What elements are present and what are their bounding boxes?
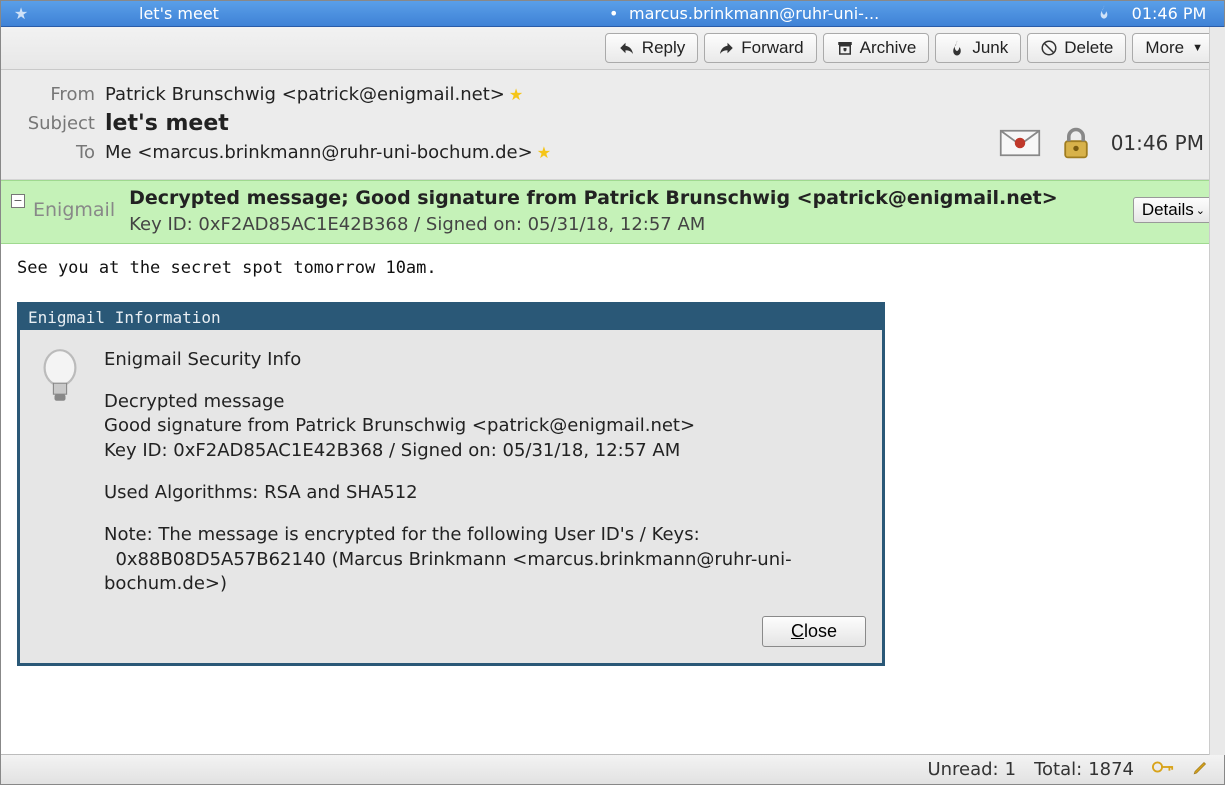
subject-value: let's meet — [105, 111, 229, 136]
delete-button[interactable]: Delete — [1027, 33, 1126, 63]
forward-icon — [717, 39, 735, 57]
contact-star-icon[interactable]: ★ — [509, 85, 523, 104]
unread-count: 1 — [1005, 759, 1016, 780]
total-label: Total: — [1034, 759, 1082, 780]
to-label: To — [15, 142, 95, 163]
forward-button[interactable]: Forward — [704, 33, 816, 63]
star-icon[interactable]: ★ — [1, 4, 41, 23]
enigmail-status-bar: − Enigmail Decrypted message; Good signa… — [1, 180, 1224, 244]
read-dot-icon: • — [601, 4, 621, 23]
junk-button[interactable]: Junk — [935, 33, 1021, 63]
row-subject: let's meet — [131, 4, 601, 23]
chevron-down-icon: ⌄ — [1196, 204, 1205, 217]
collapse-toggle[interactable]: − — [11, 194, 25, 208]
delete-label: Delete — [1064, 38, 1113, 58]
delete-icon — [1040, 39, 1058, 57]
reply-button[interactable]: Reply — [605, 33, 698, 63]
key-icon[interactable] — [1152, 759, 1174, 780]
junk-label: Junk — [972, 38, 1008, 58]
close-button[interactable]: Close — [762, 616, 866, 647]
from-label: From — [15, 84, 95, 105]
lightbulb-icon — [38, 348, 82, 600]
dialog-block2: Used Algorithms: RSA and SHA512 — [104, 481, 864, 505]
enigmail-label: Enigmail — [33, 199, 115, 221]
row-correspondent: marcus.brinkmann@ruhr-uni-... — [621, 4, 1088, 23]
contact-star-icon[interactable]: ★ — [537, 143, 551, 162]
more-label: More — [1145, 38, 1184, 58]
message-text: See you at the secret spot tomorrow 10am… — [17, 258, 1208, 278]
dialog-title: Enigmail Information — [20, 305, 882, 330]
flame-icon — [948, 39, 966, 57]
chevron-down-icon: ▼ — [1192, 42, 1203, 54]
row-time: 01:46 PM — [1114, 4, 1224, 23]
junk-flame-icon[interactable] — [1088, 4, 1114, 24]
more-button[interactable]: More ▼ — [1132, 33, 1216, 63]
lock-icon — [1055, 125, 1097, 161]
close-label-rest: lose — [804, 621, 837, 641]
pencil-icon[interactable] — [1192, 758, 1210, 781]
details-button[interactable]: Details ⌄ — [1133, 197, 1214, 223]
message-toolbar: Reply Forward Archive Junk Delete More ▼ — [1, 27, 1224, 70]
enigmail-status-line1: Decrypted message; Good signature from P… — [129, 185, 1058, 212]
reply-label: Reply — [642, 38, 685, 58]
to-value[interactable]: Me <marcus.brinkmann@ruhr-uni-bochum.de> — [105, 142, 533, 163]
enigmail-info-dialog: Enigmail Information Enigmail Security I… — [17, 302, 885, 666]
status-bar: Unread: 1 Total: 1874 — [1, 754, 1224, 784]
header-time: 01:46 PM — [1111, 131, 1204, 155]
total-count: 1874 — [1088, 759, 1134, 780]
enigmail-status-line2: Key ID: 0xF2AD85AC1E42B368 / Signed on: … — [129, 212, 1058, 237]
unread-label: Unread: — [927, 759, 998, 780]
dialog-block1: Decrypted message Good signature from Pa… — [104, 390, 864, 463]
archive-button[interactable]: Archive — [823, 33, 930, 63]
dialog-heading: Enigmail Security Info — [104, 348, 864, 372]
message-headers: From Patrick Brunschwig <patrick@enigmai… — [1, 70, 1224, 180]
details-label: Details — [1142, 200, 1194, 220]
message-list-selected-row[interactable]: ★ let's meet • marcus.brinkmann@ruhr-uni… — [1, 1, 1224, 27]
forward-label: Forward — [741, 38, 803, 58]
from-value[interactable]: Patrick Brunschwig <patrick@enigmail.net… — [105, 84, 505, 105]
subject-label: Subject — [15, 113, 95, 134]
archive-label: Archive — [860, 38, 917, 58]
vertical-scrollbar[interactable] — [1209, 27, 1225, 755]
dialog-block3: Note: The message is encrypted for the f… — [104, 523, 864, 596]
close-label-first: C — [791, 621, 804, 641]
message-body: See you at the secret spot tomorrow 10am… — [1, 244, 1224, 754]
sealed-envelope-icon — [999, 125, 1041, 161]
reply-icon — [618, 39, 636, 57]
archive-icon — [836, 39, 854, 57]
